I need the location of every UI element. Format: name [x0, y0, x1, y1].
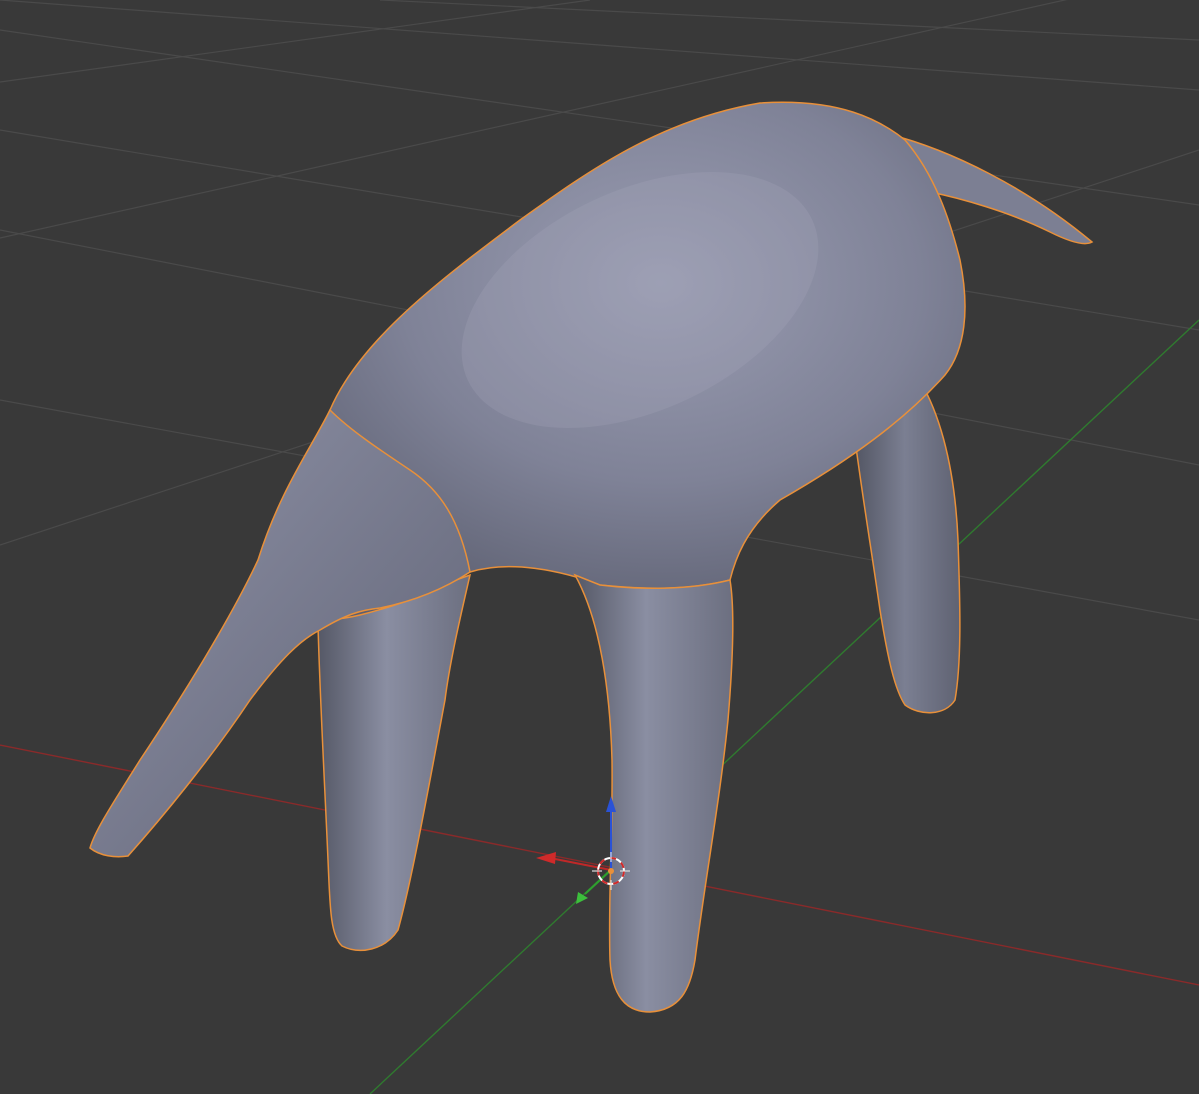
front-left-leg	[317, 573, 472, 952]
front-right-leg	[573, 573, 734, 1013]
3d-viewport[interactable]	[0, 0, 1199, 1094]
viewport-canvas[interactable]	[0, 0, 1199, 1094]
